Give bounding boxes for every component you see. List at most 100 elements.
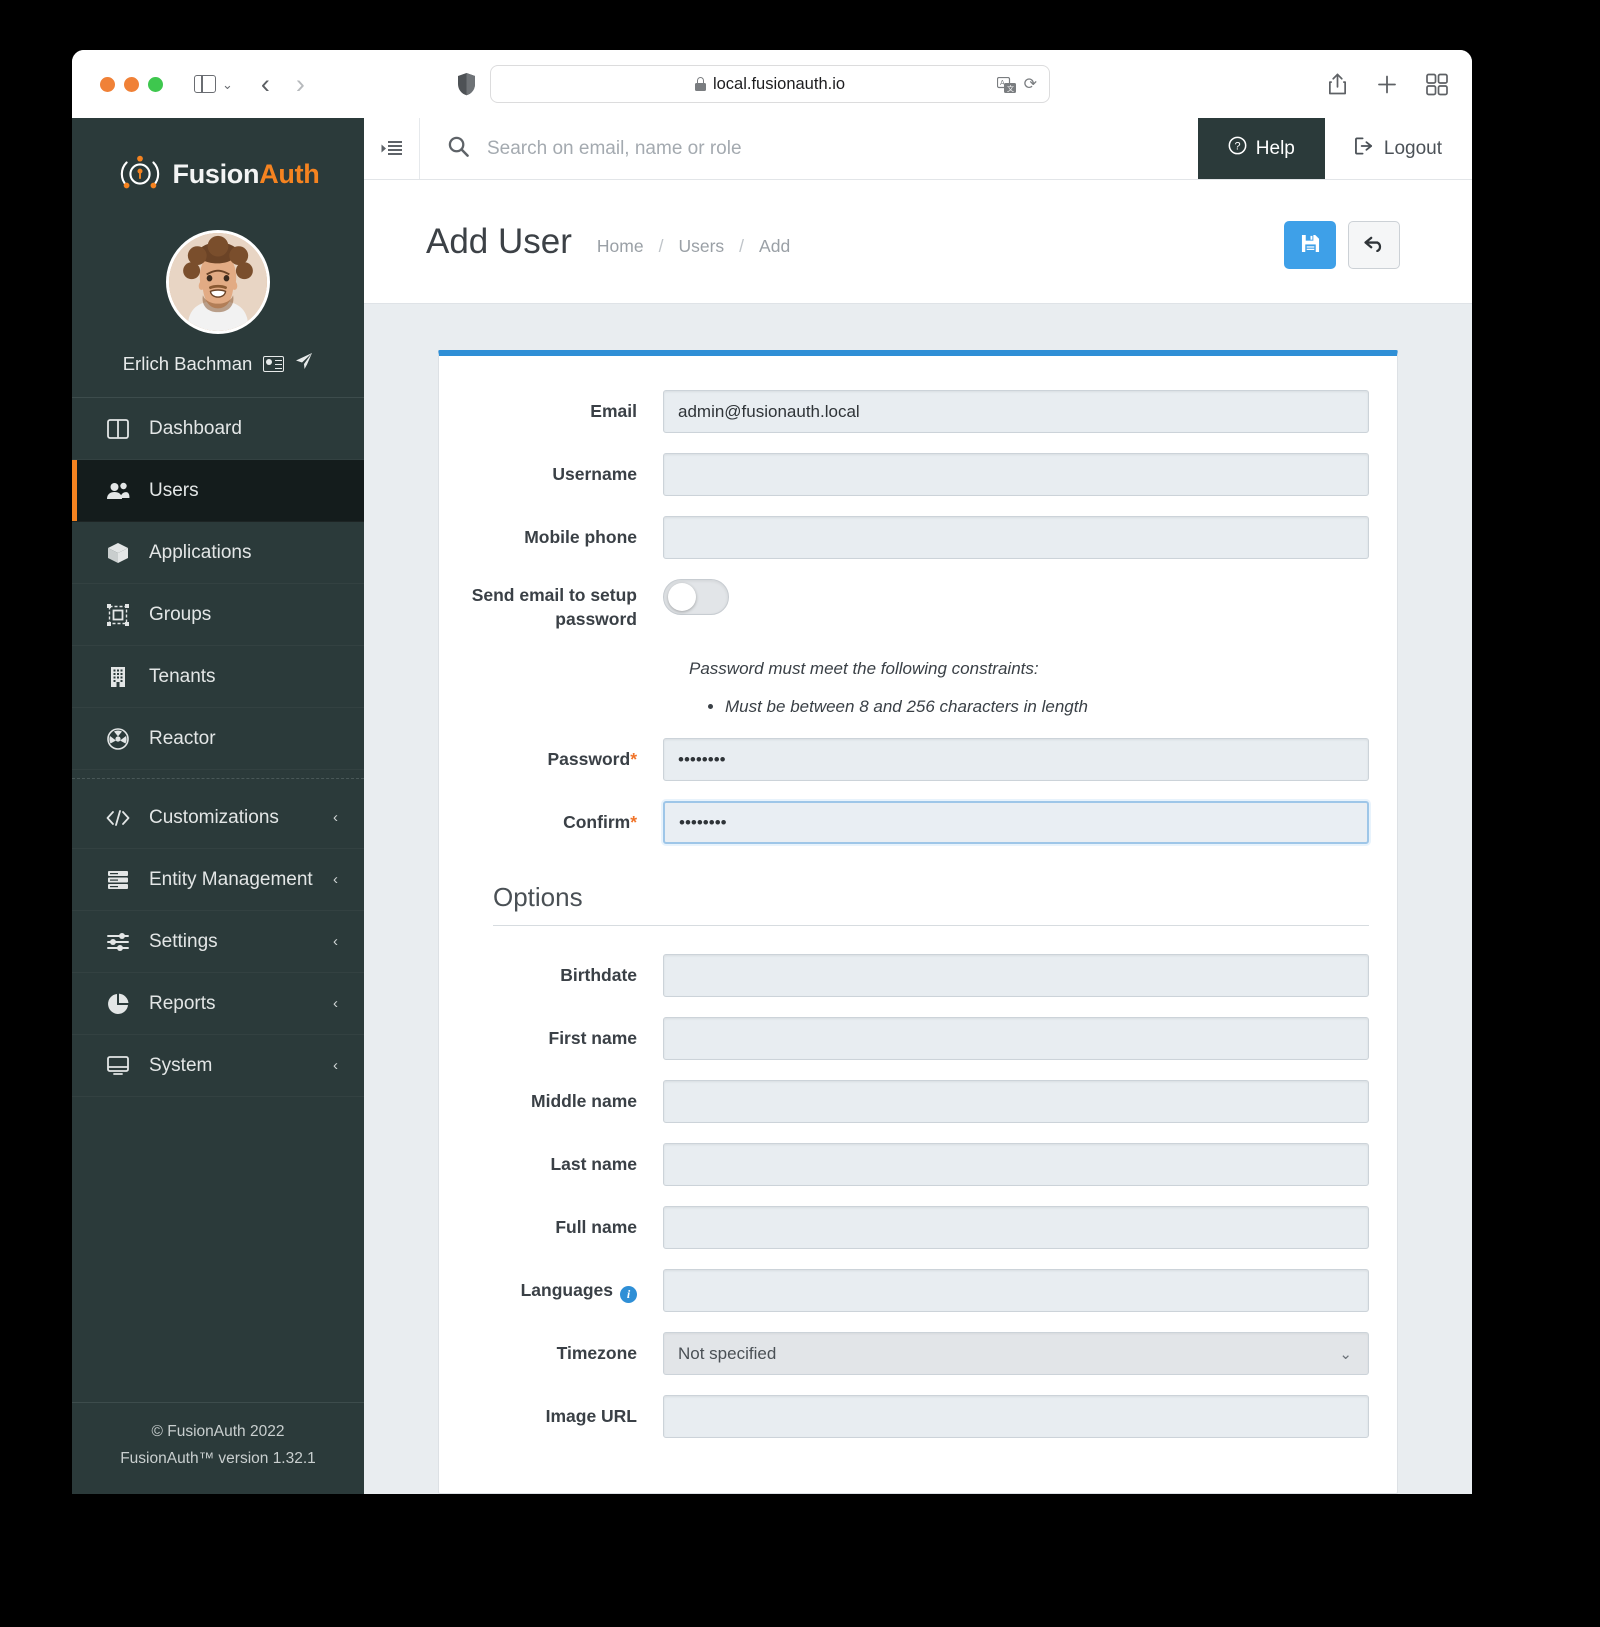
field-row-timezone: Timezone Not specified ⌄	[467, 1332, 1369, 1376]
browser-sidebar-toggle[interactable]: ⌄	[194, 75, 233, 93]
id-card-icon[interactable]	[263, 355, 285, 372]
mobile-phone-field[interactable]	[663, 516, 1369, 559]
timezone-select[interactable]: Not specified ⌄	[663, 1332, 1369, 1376]
info-icon[interactable]: i	[620, 1285, 637, 1303]
field-label: First name	[548, 1028, 638, 1049]
logout-icon	[1354, 136, 1374, 161]
send-email-toggle[interactable]	[663, 579, 729, 615]
sidebar-item-label: Tenants	[149, 665, 216, 687]
field-label: Full name	[555, 1217, 637, 1238]
chevron-down-icon: ⌄	[1339, 1345, 1352, 1363]
logout-button[interactable]: Logout	[1325, 136, 1472, 161]
paper-plane-icon[interactable]	[295, 352, 313, 375]
address-bar[interactable]: local.fusionauth.io A 文 ⟳	[490, 65, 1050, 103]
breadcrumb-item-add[interactable]: Add	[759, 236, 790, 257]
profile-name-row: Erlich Bachman	[123, 352, 314, 375]
brand-text-first: Fusion	[172, 158, 260, 189]
chevron-left-icon[interactable]: ‹	[333, 809, 338, 826]
last-name-field[interactable]	[663, 1143, 1369, 1187]
constraints-list: Must be between 8 and 256 characters in …	[725, 693, 1369, 720]
sidebar-item-label: Dashboard	[149, 417, 242, 439]
sidebar-item-dashboard[interactable]: Dashboard	[72, 398, 364, 460]
field-label: Middle name	[531, 1091, 637, 1112]
close-window-button[interactable]	[100, 76, 115, 92]
breadcrumb-item-home[interactable]: Home	[597, 236, 644, 257]
chevron-down-icon[interactable]: ⌄	[222, 78, 233, 91]
sidebar-item-users[interactable]: Users	[72, 460, 364, 522]
field-label: Birthdate	[560, 965, 637, 986]
field-row-languages: Languages i	[467, 1269, 1369, 1313]
field-label: Image URL	[545, 1406, 637, 1427]
sidebar-toggle-icon	[194, 75, 216, 93]
field-row-email: Email	[467, 390, 1369, 433]
translate-icon[interactable]: A 文	[996, 76, 1016, 93]
sidebar-item-settings[interactable]: Settings ‹	[72, 911, 364, 973]
share-icon[interactable]	[1327, 73, 1348, 96]
tab-overview-icon[interactable]	[1426, 73, 1448, 95]
search-bar[interactable]	[420, 136, 1198, 162]
building-icon	[106, 666, 130, 688]
collapse-sidebar-button[interactable]	[364, 118, 420, 179]
box-icon	[106, 542, 130, 564]
sidebar-item-customizations[interactable]: Customizations ‹	[72, 787, 364, 849]
sidebar-group-divider	[72, 778, 364, 779]
screen: ⌄ ‹ › local.fusionauth.io A 文 ⟳ FusionAu…	[0, 0, 1600, 1627]
image-url-field[interactable]	[663, 1395, 1369, 1439]
shield-icon[interactable]	[457, 72, 476, 96]
chevron-left-icon[interactable]: ‹	[333, 871, 338, 888]
browser-toolbar-right	[1327, 73, 1448, 96]
breadcrumb-item-users[interactable]: Users	[678, 236, 724, 257]
sidebar-item-label: Groups	[149, 603, 212, 625]
avatar[interactable]	[166, 230, 270, 334]
confirm-password-field[interactable]	[663, 801, 1369, 845]
chevron-left-icon[interactable]: ‹	[261, 70, 270, 98]
birthdate-field[interactable]	[663, 954, 1369, 998]
sidebar-item-entity-management[interactable]: Entity Management ‹	[72, 849, 364, 911]
maximize-window-button[interactable]	[148, 76, 163, 92]
save-button[interactable]	[1284, 220, 1336, 269]
sidebar-footer: © FusionAuth 2022 FusionAuth™ version 1.…	[72, 1402, 364, 1494]
plus-icon[interactable]	[1376, 73, 1398, 95]
groups-icon	[106, 603, 130, 626]
sidebar-item-reports[interactable]: Reports ‹	[72, 973, 364, 1035]
address-bar-actions: A 文 ⟳	[996, 74, 1037, 94]
svg-text:?: ?	[1234, 141, 1240, 153]
window-controls	[100, 76, 163, 92]
username-field[interactable]	[663, 453, 1369, 496]
first-name-field[interactable]	[663, 1017, 1369, 1061]
middle-name-field[interactable]	[663, 1080, 1369, 1124]
sidebar-item-tenants[interactable]: Tenants	[72, 646, 364, 708]
timezone-selected-value: Not specified	[678, 1343, 777, 1363]
back-button[interactable]	[1348, 220, 1400, 269]
search-input[interactable]	[487, 137, 1198, 160]
password-field[interactable]	[663, 738, 1369, 782]
full-name-field[interactable]	[663, 1206, 1369, 1250]
sidebar-nav-primary: Dashboard Users Applications Groups Tena…	[72, 398, 364, 770]
sidebar-item-label: Applications	[149, 541, 252, 563]
reload-icon[interactable]: ⟳	[1024, 74, 1037, 94]
page-title: Add User	[426, 221, 572, 261]
chevron-left-icon[interactable]: ‹	[333, 1057, 338, 1074]
brand[interactable]: FusionAuth	[72, 118, 364, 230]
chevron-left-icon[interactable]: ‹	[333, 995, 338, 1012]
minimize-window-button[interactable]	[124, 76, 139, 92]
sidebar-item-reactor[interactable]: Reactor	[72, 708, 364, 770]
field-label: Confirm*	[467, 811, 663, 835]
page-header: Add User Home / Users / Add	[364, 180, 1472, 304]
search-icon	[448, 136, 469, 162]
question-circle-icon: ?	[1228, 136, 1247, 161]
sidebar-item-system[interactable]: System ‹	[72, 1035, 364, 1097]
languages-field[interactable]	[663, 1269, 1369, 1313]
sidebar-item-label: System	[149, 1054, 213, 1076]
sidebar-item-applications[interactable]: Applications	[72, 522, 364, 584]
chevron-right-icon[interactable]: ›	[296, 70, 305, 98]
email-field[interactable]	[663, 390, 1369, 433]
chevron-left-icon[interactable]: ‹	[333, 933, 338, 950]
app-sidebar: FusionAuth Erlich Bachman Dashboard User…	[72, 118, 364, 1494]
field-label: Timezone	[556, 1343, 637, 1364]
sidebar-item-groups[interactable]: Groups	[72, 584, 364, 646]
browser-titlebar: ⌄ ‹ › local.fusionauth.io A 文 ⟳	[72, 50, 1472, 118]
reactor-icon	[106, 727, 130, 750]
field-row-full-name: Full name	[467, 1206, 1369, 1250]
help-button[interactable]: ? Help	[1197, 118, 1325, 179]
